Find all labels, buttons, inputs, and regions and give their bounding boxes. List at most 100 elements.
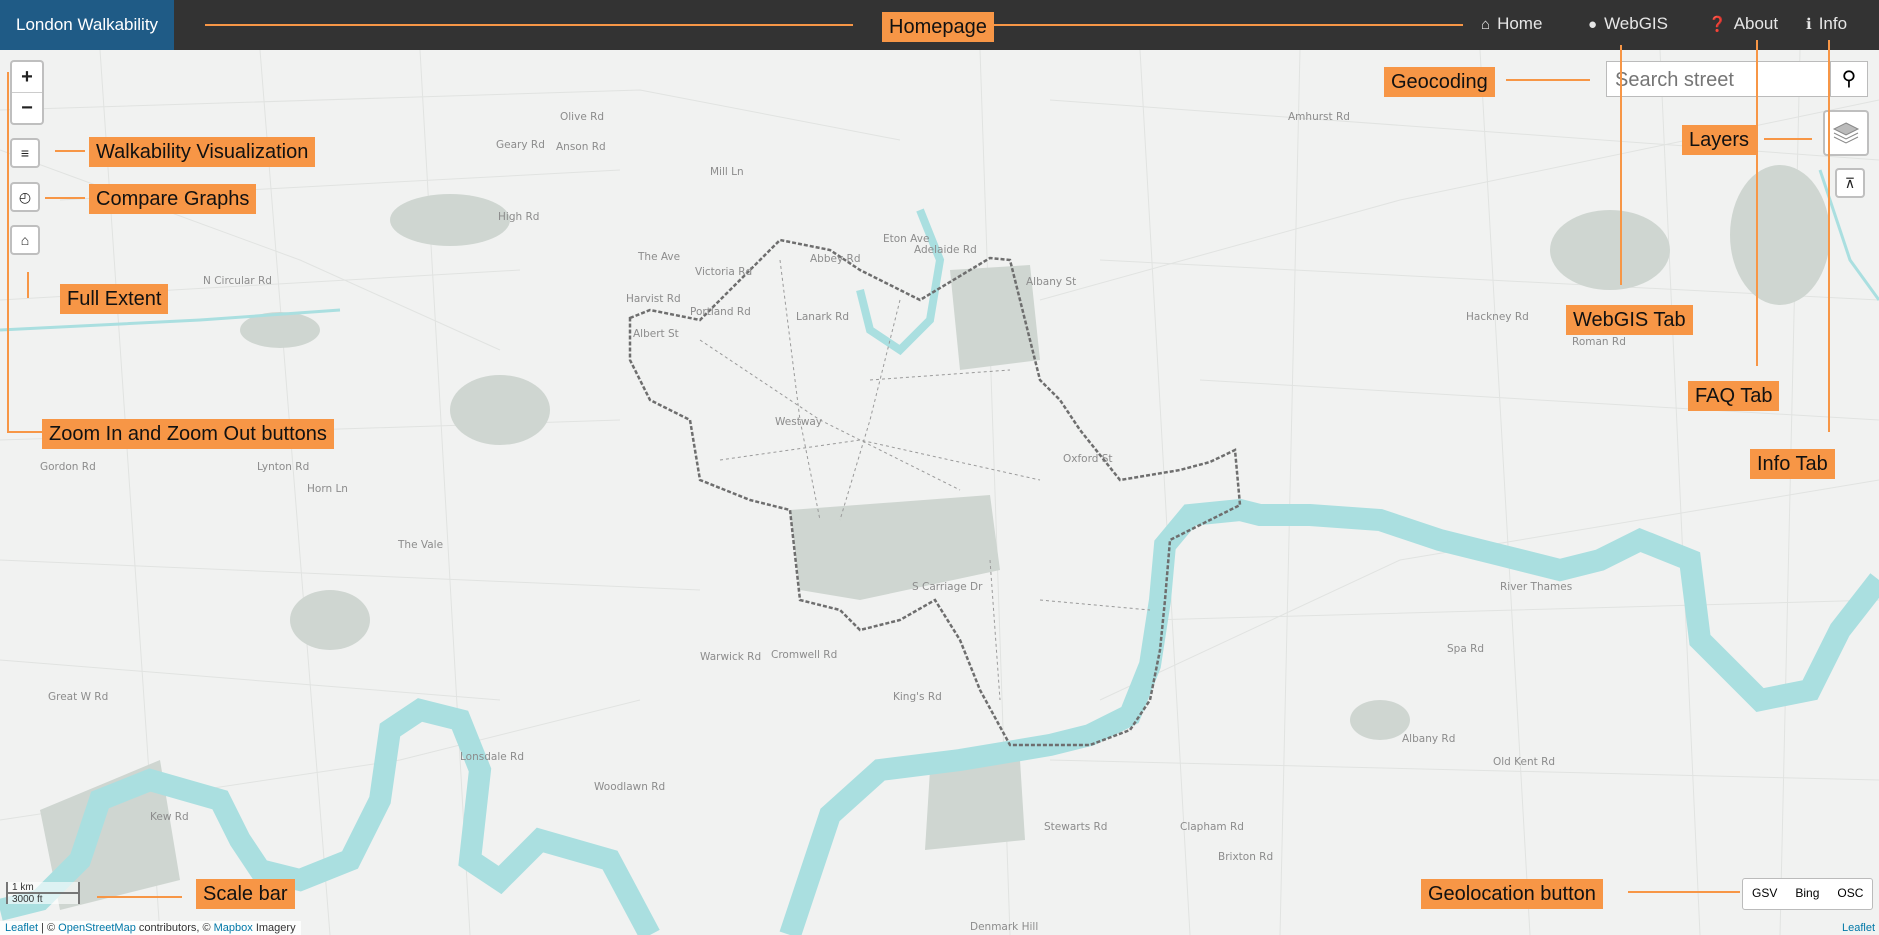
osm-link[interactable]: OpenStreetMap <box>58 922 136 934</box>
zoom-out-button[interactable]: − <box>12 92 42 123</box>
annotation-line <box>1828 40 1830 432</box>
map-label: Lynton Rd <box>257 461 309 473</box>
geolocation-control: GSV Bing OSC <box>1742 878 1874 910</box>
collapse-panel-button[interactable]: ⊼ <box>1835 168 1865 198</box>
nav-info-label: Info <box>1818 14 1848 33</box>
map-label: The Vale <box>397 539 443 551</box>
geolocation-bing-button[interactable]: Bing <box>1786 886 1828 900</box>
nav-home-label: Home <box>1497 14 1543 33</box>
annotation-line <box>205 24 853 26</box>
annotation-line <box>1620 45 1622 285</box>
annotation-line <box>1628 891 1740 893</box>
map-label: Lonsdale Rd <box>460 751 524 763</box>
map-label: Horn Ln <box>307 483 348 495</box>
map-label: High Rd <box>498 211 539 223</box>
annotation-homepage: Homepage <box>882 12 994 42</box>
map-label: Clapham Rd <box>1180 821 1244 833</box>
leaflet-link[interactable]: Leaflet <box>5 922 38 934</box>
scale-imperial: 3000 ft <box>6 892 80 905</box>
attribution-text: | © <box>38 922 59 934</box>
annotation-layers: Layers <box>1682 125 1757 155</box>
collapse-up-icon: ⊼ <box>1844 175 1856 191</box>
map-label: Stewarts Rd <box>1044 821 1107 833</box>
map-label: Spa Rd <box>1447 643 1484 655</box>
annotation-geocoding: Geocoding <box>1384 67 1495 97</box>
layers-icon <box>1832 122 1860 144</box>
map-label: Great W Rd <box>48 691 108 703</box>
geolocation-gsv-button[interactable]: GSV <box>1743 886 1786 900</box>
pie-chart-icon: ◴ <box>18 189 32 205</box>
map-label: Victoria Rd <box>695 266 752 278</box>
annotation-line <box>1756 40 1758 366</box>
annotation-line <box>27 272 29 298</box>
annotation-zoom: Zoom In and Zoom Out buttons <box>42 419 334 449</box>
map-label: King's Rd <box>893 691 942 703</box>
map-label: Portland Rd <box>690 306 751 318</box>
annotation-info-tab: Info Tab <box>1750 449 1835 479</box>
map-canvas[interactable]: Olive Rd Anson Rd Geary Rd Mill Ln High … <box>0 50 1879 935</box>
map-label: Kew Rd <box>150 811 189 823</box>
map-label: S Carriage Dr <box>912 581 983 593</box>
map-label: The Ave <box>637 251 680 263</box>
leaflet-link-right[interactable]: Leaflet <box>1842 922 1875 934</box>
annotation-line <box>1764 138 1812 140</box>
map-label: Oxford St <box>1063 453 1113 465</box>
nav-webgis[interactable]: ● WebGIS <box>1588 0 1668 50</box>
map-label: N Circular Rd <box>203 275 272 287</box>
map-label: River Thames <box>1500 581 1572 593</box>
map-label: Amhurst Rd <box>1288 111 1350 123</box>
map-label: Geary Rd <box>496 139 545 151</box>
map-label: Abbey Rd <box>810 253 861 265</box>
brand-title[interactable]: London Walkability <box>0 0 175 50</box>
zoom-in-button[interactable]: + <box>12 62 42 92</box>
annotation-line <box>985 24 1463 26</box>
map-label: Lanark Rd <box>796 311 849 323</box>
map-label: Harvist Rd <box>626 293 681 305</box>
annotation-compare: Compare Graphs <box>89 184 257 214</box>
annotation-webgis-tab: WebGIS Tab <box>1566 305 1693 335</box>
attribution: Leaflet | © OpenStreetMap contributors, … <box>0 921 301 935</box>
nav-about[interactable]: ❓ About <box>1708 0 1778 50</box>
menu-icon: ≡ <box>20 145 30 161</box>
annotation-scale-bar: Scale bar <box>196 879 295 909</box>
annotation-geolocation: Geolocation button <box>1421 879 1603 909</box>
full-extent-button[interactable]: ⌂ <box>10 225 40 255</box>
annotation-full-extent: Full Extent <box>60 284 169 314</box>
annotation-walkability: Walkability Visualization <box>89 137 316 167</box>
geolocation-osc-button[interactable]: OSC <box>1828 886 1872 900</box>
map-label: Denmark Hill <box>970 921 1038 933</box>
annotation-line <box>55 150 85 152</box>
search-input[interactable] <box>1613 65 1827 95</box>
map-label: Albert St <box>633 328 679 340</box>
map-label: Adelaide Rd <box>914 244 977 256</box>
map-basemap: Olive Rd Anson Rd Geary Rd Mill Ln High … <box>0 50 1879 935</box>
map-label: Albany St <box>1026 276 1076 288</box>
nav-info[interactable]: ℹ Info <box>1806 0 1847 50</box>
mapbox-link[interactable]: Mapbox <box>214 922 253 934</box>
nav-about-label: About <box>1733 14 1779 33</box>
nav-webgis-label: WebGIS <box>1604 14 1668 33</box>
map-label: Westway <box>775 416 822 428</box>
annotation-line <box>1506 79 1590 81</box>
annotation-line <box>45 197 85 199</box>
home-icon: ⌂ <box>20 232 30 248</box>
info-icon: ℹ <box>1806 16 1812 33</box>
annotation-line <box>7 431 45 433</box>
walkability-visualization-button[interactable]: ≡ <box>10 138 40 168</box>
map-label: Warwick Rd <box>700 651 761 663</box>
attribution-text: Imagery <box>252 922 296 934</box>
search-button[interactable]: ⚲ <box>1830 62 1867 96</box>
map-label: Brixton Rd <box>1218 851 1273 863</box>
nav-home[interactable]: ⌂ Home <box>1481 0 1542 50</box>
home-icon: ⌂ <box>1481 16 1491 33</box>
annotation-line <box>97 896 182 898</box>
zoom-control: + − <box>10 60 44 125</box>
map-label: Cromwell Rd <box>771 649 837 661</box>
map-label: Woodlawn Rd <box>594 781 665 793</box>
search-icon: ⚲ <box>1841 68 1857 90</box>
map-label: Olive Rd <box>560 111 604 123</box>
map-label: Gordon Rd <box>40 461 96 473</box>
compare-graphs-button[interactable]: ◴ <box>10 182 40 212</box>
annotation-line <box>7 72 9 432</box>
map-label: Mill Ln <box>710 166 744 178</box>
